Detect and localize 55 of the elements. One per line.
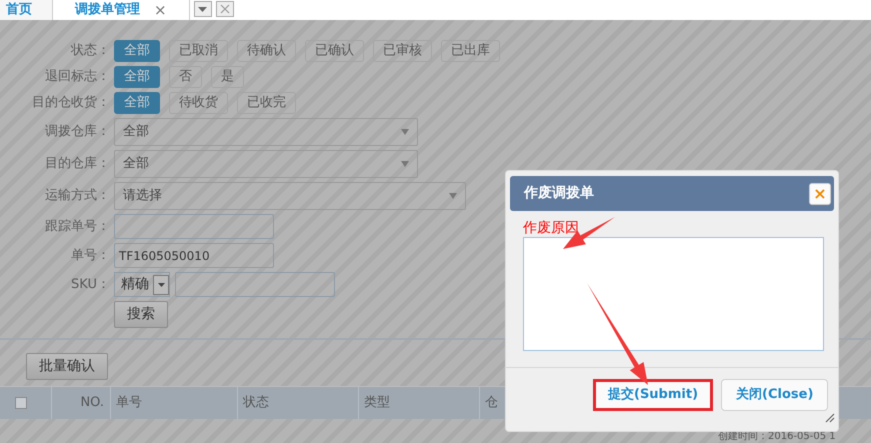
filter-option[interactable]: 是 — [211, 66, 244, 88]
header-checkbox[interactable] — [14, 397, 26, 409]
dialog-button[interactable]: 关闭(Close) — [721, 379, 828, 411]
filter-label: 状态： — [70, 42, 110, 60]
filter-label: 运输方式： — [44, 187, 110, 206]
input-field[interactable] — [114, 214, 274, 239]
dropdown-button[interactable] — [194, 1, 212, 17]
filter-label: 调拨仓库： — [44, 123, 110, 142]
column-header[interactable]: 单号 — [116, 393, 142, 413]
select-field[interactable]: 全部 — [114, 118, 418, 146]
filter-option[interactable]: 已确认 — [305, 40, 364, 62]
column-header[interactable]: NO. — [80, 393, 104, 413]
filter-label: 目的仓收货： — [31, 94, 110, 112]
close-button[interactable]: × — [809, 182, 831, 204]
column-header[interactable]: 仓 — [485, 393, 498, 413]
filter-option[interactable]: 已审核 — [373, 40, 432, 62]
filter-label: 目的仓库： — [44, 155, 110, 174]
filter-label: SKU： — [70, 276, 110, 294]
filter-option[interactable]: 已取消 — [169, 40, 228, 62]
filter-label: 单号： — [70, 246, 110, 265]
select-field[interactable]: 请选择 — [114, 182, 466, 210]
close-all-button[interactable] — [216, 1, 234, 17]
reason-field[interactable] — [523, 237, 824, 351]
select-field[interactable]: 全部 — [114, 150, 418, 178]
tab-label[interactable]: 首页 — [6, 0, 32, 20]
filter-option[interactable]: 已出库 — [441, 40, 500, 62]
caret-icon — [198, 6, 208, 12]
match-mode-select[interactable]: 精确 — [114, 272, 170, 297]
annotation-arrow — [563, 217, 615, 249]
caret-icon — [449, 193, 457, 199]
sku-field[interactable] — [175, 272, 335, 297]
dialog-button[interactable]: 提交(Submit) — [593, 379, 714, 411]
search-button[interactable]: 搜索 — [114, 301, 168, 328]
close-icon — [220, 4, 230, 14]
tab[interactable]: 首页 — [0, 0, 53, 20]
batch-confirm-button[interactable]: 批量确认 — [26, 353, 108, 380]
tab-label[interactable]: 调拨单管理 — [75, 0, 140, 20]
close-icon[interactable]: × — [154, 0, 167, 22]
filter-option[interactable]: 全部 — [114, 66, 160, 88]
filter-option[interactable]: 待确认 — [237, 40, 296, 62]
filter-option[interactable]: 已收完 — [237, 92, 296, 114]
caret-icon — [401, 129, 409, 135]
filter-option[interactable]: 全部 — [114, 92, 160, 114]
field-label: 作废原因 — [523, 220, 579, 237]
filter-option[interactable]: 待收货 — [169, 92, 228, 114]
caret-icon — [401, 161, 409, 167]
filter-label: 跟踪单号： — [44, 218, 110, 236]
column-header[interactable]: 类型 — [364, 393, 390, 413]
filter-option[interactable]: 否 — [169, 66, 202, 88]
filter-label: 退回标志： — [44, 68, 110, 86]
filter-option[interactable]: 全部 — [114, 40, 160, 62]
dialog-title: 作废调拨单 — [524, 184, 594, 203]
caret-icon — [158, 282, 164, 286]
column-header[interactable]: 状态 — [243, 393, 269, 413]
input-field[interactable]: TF1605050010 — [114, 243, 274, 268]
